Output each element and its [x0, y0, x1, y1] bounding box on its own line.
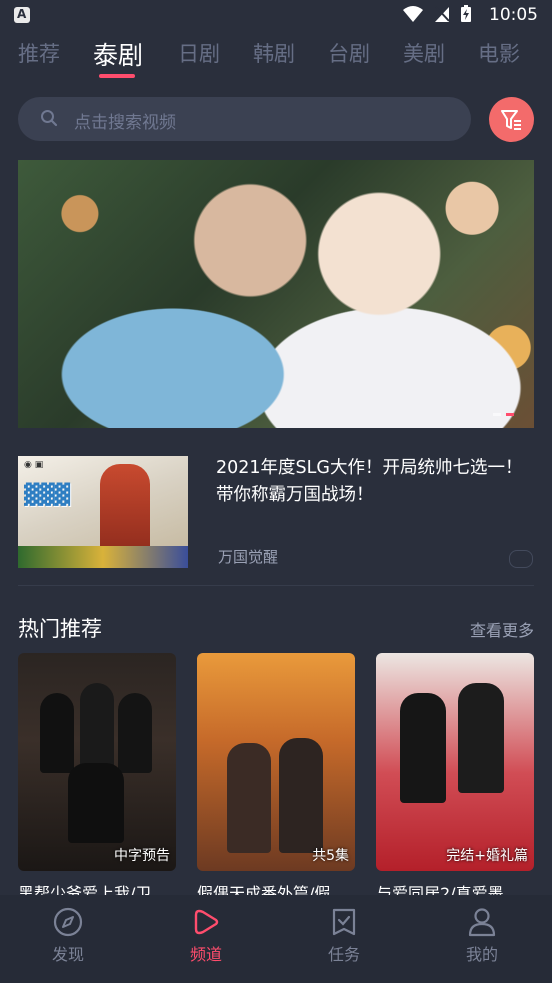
poster-figure [279, 738, 323, 853]
poster-figure [118, 693, 152, 773]
nav-label: 发现 [51, 945, 84, 964]
card-badge: 完结+婚礼篇 [446, 848, 528, 864]
ad-hero-figure [100, 464, 150, 556]
nav-discover[interactable]: 发现 [28, 907, 108, 965]
tab-us-drama[interactable]: 美剧 [403, 38, 445, 68]
status-bar: 10:05 [0, 0, 552, 30]
no-signal-icon [435, 6, 450, 22]
banner-dot-active [506, 413, 514, 416]
section-title: 热门推荐 [18, 617, 102, 641]
search-placeholder: 点击搜索视频 [74, 113, 176, 133]
ad-thumbnail: ◉ ▣ ▓▓▓ [18, 456, 188, 568]
ad-title: 2021年度SLG大作！开局统帅七选一！带你称霸万国战场！ [216, 458, 523, 505]
video-card[interactable]: 中字预告 [18, 653, 176, 871]
poster-figure [227, 743, 271, 853]
tab-taiwan-drama[interactable]: 台剧 [328, 38, 370, 68]
featured-banner[interactable] [18, 160, 534, 428]
channel-play-icon [194, 909, 219, 935]
poster-figure [80, 683, 114, 773]
tab-japanese-drama[interactable]: 日剧 [178, 38, 220, 68]
ad-item[interactable]: ◉ ▣ ▓▓▓ 2021年度SLG大作！开局统帅七选一！带你称霸万国战场！ 万国… [18, 455, 534, 586]
ad-dismiss-icon[interactable] [509, 550, 533, 568]
tab-movie[interactable]: 电影 [478, 38, 520, 68]
search-icon [41, 110, 58, 127]
status-icons [402, 5, 472, 23]
status-time: 10:05 [489, 5, 538, 25]
nav-channel[interactable]: 频道 [166, 907, 246, 965]
banner-pagination [493, 413, 514, 416]
search-bar[interactable]: 点击搜索视频 [18, 97, 471, 141]
poster-figure [400, 693, 446, 803]
tab-recommend[interactable]: 推荐 [18, 38, 60, 68]
app-notification-icon [14, 7, 30, 23]
nav-tasks[interactable]: 任务 [304, 907, 384, 965]
ad-thumbnail-strip [18, 546, 188, 568]
category-tabs: 推荐 泰剧 日剧 韩剧 台剧 美剧 电影 [0, 30, 552, 82]
ad-thumbnail-art: ▓▓▓ [24, 482, 71, 506]
bottom-nav: 发现 频道 任务 我的 [0, 895, 552, 983]
tab-thai-drama[interactable]: 泰剧 [93, 36, 143, 72]
video-card[interactable]: 完结+婚礼篇 [376, 653, 534, 871]
ad-source: 万国觉醒 [218, 548, 279, 566]
poster-figure [40, 693, 74, 773]
nav-profile[interactable]: 我的 [442, 907, 522, 965]
video-card[interactable]: 共5集 [197, 653, 355, 871]
nav-label: 频道 [189, 945, 222, 964]
filter-icon [501, 110, 521, 130]
poster-figure [68, 763, 124, 843]
wifi-icon [403, 6, 423, 22]
task-check-icon [332, 908, 356, 936]
battery-icon [461, 5, 471, 22]
nav-label: 任务 [327, 945, 360, 964]
filter-button[interactable] [489, 97, 534, 142]
banner-dot [493, 413, 501, 416]
ad-logos: ◉ ▣ [24, 460, 44, 470]
card-badge: 中字预告 [114, 848, 170, 864]
profile-icon [468, 908, 496, 937]
see-more-link[interactable]: 查看更多 [470, 617, 534, 641]
tab-korean-drama[interactable]: 韩剧 [253, 38, 295, 68]
nav-label: 我的 [465, 945, 498, 964]
poster-figure [458, 683, 504, 793]
active-tab-indicator [99, 74, 135, 78]
card-badge: 共5集 [312, 848, 349, 864]
compass-icon [53, 907, 83, 937]
